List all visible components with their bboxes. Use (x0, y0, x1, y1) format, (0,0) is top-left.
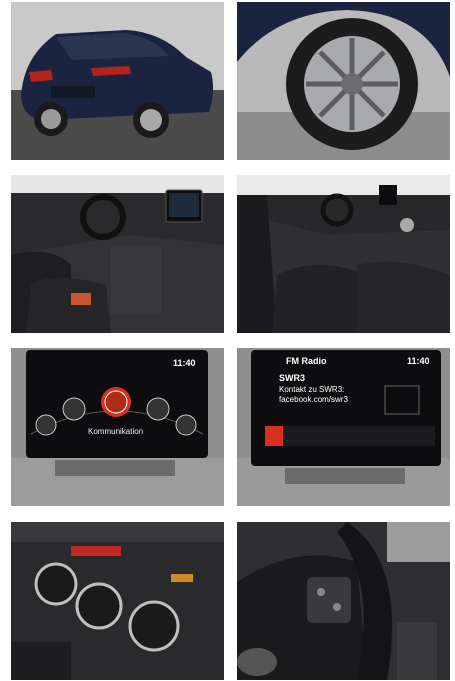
menu-clock: 11:40 (173, 358, 196, 368)
menu-label: Kommunikation (88, 427, 144, 436)
photo-alloy-wheel[interactable] (237, 2, 450, 160)
photo-steering-wheel[interactable] (237, 522, 450, 680)
interior-driver-image (11, 175, 224, 333)
photo-climate-controls[interactable] (11, 522, 224, 680)
radio-line-1: Kontakt zu SWR3: (279, 385, 345, 394)
photo-car-rear-exterior[interactable] (11, 2, 224, 160)
interior-passenger-image (237, 175, 450, 333)
steering-wheel-image (237, 522, 450, 680)
photo-infotainment-menu[interactable]: 11:40 Kommunikation (11, 348, 224, 506)
photo-interior-driver[interactable] (11, 175, 224, 333)
photo-fm-radio-screen[interactable]: FM Radio 11:40 SWR3 Kontakt zu SWR3: fac… (237, 348, 450, 506)
wheel-image (237, 2, 450, 160)
radio-title: FM Radio (286, 356, 327, 366)
climate-controls-image (11, 522, 224, 680)
photo-interior-passenger[interactable] (237, 175, 450, 333)
radio-station: SWR3 (279, 373, 306, 383)
car-rear-image (11, 2, 224, 160)
fm-radio-image (237, 348, 450, 506)
radio-clock: 11:40 (407, 356, 430, 366)
radio-line-2: facebook.com/swr3 (279, 395, 348, 404)
